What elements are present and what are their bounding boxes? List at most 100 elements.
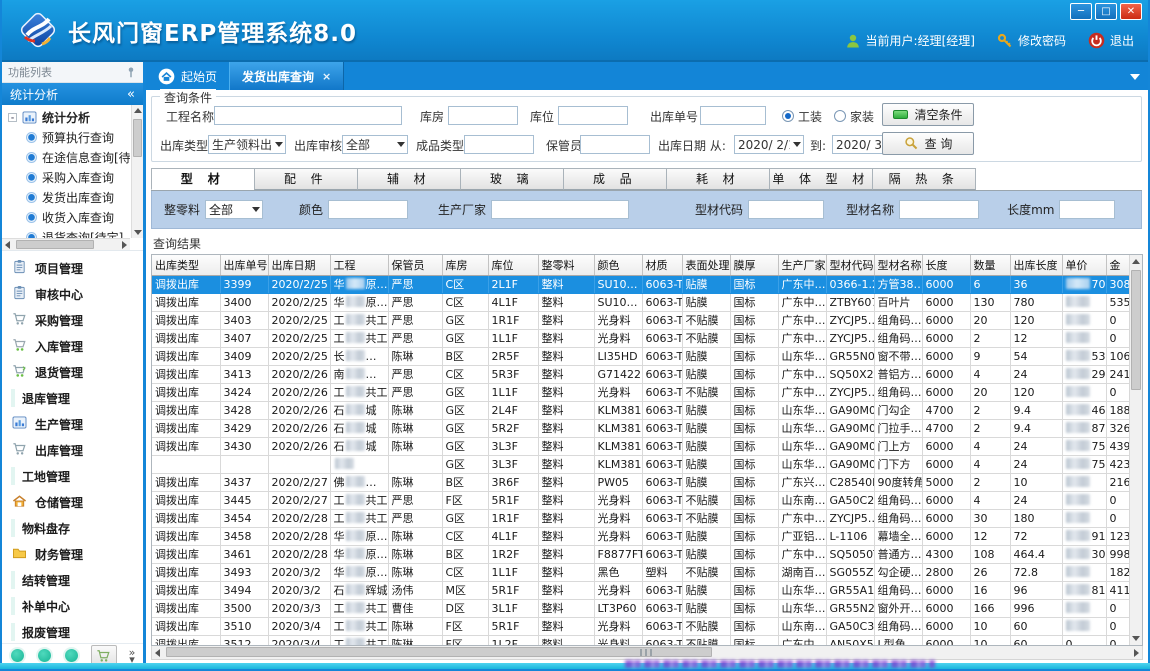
- grid-vertical-scrollbar[interactable]: [1129, 255, 1142, 645]
- date-from-select[interactable]: 2020/ 2/16: [734, 135, 804, 154]
- material-tab-4[interactable]: 玻 璃: [460, 168, 564, 190]
- column-header-surf[interactable]: 表面处理: [682, 255, 730, 275]
- column-header-wh[interactable]: 库房: [442, 255, 488, 275]
- sidebar-item-生产管理[interactable]: 生产管理: [2, 411, 143, 437]
- scroll-right-icon[interactable]: [1134, 649, 1139, 657]
- sidebar-item-财务管理[interactable]: 财务管理: [2, 541, 143, 567]
- sidebar-item-报废管理[interactable]: 报废管理: [2, 619, 143, 643]
- sidebar-item-退库管理[interactable]: 退库管理: [2, 385, 143, 411]
- column-header-proj[interactable]: 工程: [330, 255, 388, 275]
- collapse-panel-icon[interactable]: «: [127, 87, 135, 102]
- length-input[interactable]: [1059, 200, 1115, 219]
- scroll-left-icon[interactable]: [155, 649, 160, 657]
- table-row[interactable]: 调拨出库34242020/2/26工共工程严思G区1L1F整料光身料6063-T…: [152, 383, 1129, 401]
- column-header-len[interactable]: 长度: [922, 255, 970, 275]
- change-password-button[interactable]: 修改密码: [997, 32, 1066, 49]
- table-row[interactable]: 调拨出库34032020/2/25工共工程严思G区1R1F整料光身料6063-T…: [152, 311, 1129, 329]
- scroll-up-icon[interactable]: [134, 108, 142, 113]
- material-tab-6[interactable]: 耗 材: [666, 168, 770, 190]
- column-header-type[interactable]: 出库类型: [152, 255, 220, 275]
- stat-panel-header[interactable]: 统计分析 «: [2, 83, 143, 105]
- sidebar-item-采购管理[interactable]: 采购管理: [2, 307, 143, 333]
- sidebar-item-物料盘存[interactable]: 物料盘存: [2, 515, 143, 541]
- material-tab-7[interactable]: 单 体 型 材: [769, 168, 873, 190]
- module-dot-icon[interactable]: [11, 649, 24, 662]
- tree-item[interactable]: 收货入库查询: [4, 207, 130, 227]
- tab-list-dropdown-icon[interactable]: [1130, 74, 1140, 80]
- profile-name-input[interactable]: [899, 200, 979, 219]
- maximize-button[interactable]: □: [1095, 3, 1117, 20]
- column-header-amount[interactable]: 金: [1106, 255, 1129, 275]
- pin-icon[interactable]: [125, 66, 137, 78]
- material-tab-1[interactable]: 型 材: [151, 168, 255, 190]
- table-row[interactable]: 调拨出库35102020/3/4工共工程陈琳F区5R1F整料光身料6063-T5…: [152, 617, 1129, 635]
- logout-button[interactable]: 退出: [1088, 32, 1134, 49]
- tab-home[interactable]: 起始页: [146, 62, 229, 90]
- tree-item[interactable]: 预算执行查询: [4, 127, 130, 147]
- table-row[interactable]: 调拨出库34932020/3/2华原…陈琳C区1L1F整料黑色塑料不贴膜国标湖南…: [152, 563, 1129, 581]
- profile-code-input[interactable]: [748, 200, 824, 219]
- table-row[interactable]: 调拨出库34372020/2/27佛…陈琳B区3R6F整料PW056063-T5…: [152, 473, 1129, 491]
- tree-item[interactable]: 发货出库查询: [4, 187, 130, 207]
- table-row[interactable]: 调拨出库35002020/3/3工共工程曹佳D区3L1F整料LT3P606063…: [152, 599, 1129, 617]
- table-row[interactable]: 调拨出库34292020/2/26石城陈琳G区5R2F整料KLM38176063…: [152, 419, 1129, 437]
- minimize-button[interactable]: ─: [1070, 3, 1092, 20]
- module-dot-icon[interactable]: [38, 649, 51, 662]
- audit-select[interactable]: 全部: [342, 135, 408, 154]
- table-row[interactable]: 调拨出库34452020/2/27工共工程严思F区5R1F整料光身料6063-T…: [152, 491, 1129, 509]
- product-type-input[interactable]: [464, 135, 534, 154]
- sidebar-item-项目管理[interactable]: 项目管理: [2, 255, 143, 281]
- tree-horizontal-scrollbar[interactable]: [2, 238, 130, 250]
- table-row[interactable]: G区3L3F整料KLM38176063-T5贴膜国标山东华…GA90M09.门下…: [152, 455, 1129, 473]
- column-header-price[interactable]: 单价: [1062, 255, 1106, 275]
- search-button[interactable]: 查 询: [882, 132, 974, 155]
- radio-home[interactable]: 家装: [834, 106, 874, 126]
- sidebar-item-出库管理[interactable]: 出库管理: [2, 437, 143, 463]
- sidebar-item-审核中心[interactable]: 审核中心: [2, 281, 143, 307]
- column-header-code[interactable]: 型材代码: [826, 255, 874, 275]
- scroll-up-icon[interactable]: [1132, 259, 1140, 264]
- tree-expander-icon[interactable]: -: [8, 113, 17, 122]
- sidebar-item-补单中心[interactable]: 补单中心: [2, 593, 143, 619]
- project-name-input[interactable]: [214, 106, 402, 125]
- table-row[interactable]: 调拨出库34582020/2/28华原…陈琳C区4L1F整料光身料6063-T5…: [152, 527, 1129, 545]
- column-header-film[interactable]: 膜厚: [730, 255, 778, 275]
- sidebar-item-退货管理[interactable]: 退货管理: [2, 359, 143, 385]
- module-dot-icon[interactable]: [65, 649, 78, 662]
- table-row[interactable]: 调拨出库34072020/2/25工共工程严思G区1L1F整料光身料6063-T…: [152, 329, 1129, 347]
- sidebar-item-仓储管理[interactable]: 仓储管理: [2, 489, 143, 515]
- material-tab-2[interactable]: 配 件: [254, 168, 358, 190]
- tab-shipment-query[interactable]: 发货出库查询 ×: [229, 62, 344, 90]
- table-row[interactable]: 调拨出库34612020/2/28华原…陈琳B区1R2F整料F8877FT606…: [152, 545, 1129, 563]
- table-row[interactable]: 调拨出库34002020/2/25华原…严思C区4L1F整料SU10…6063-…: [152, 293, 1129, 311]
- scroll-down-icon[interactable]: [134, 230, 142, 235]
- material-tab-8[interactable]: 隔 热 条: [872, 168, 976, 190]
- material-tab-3[interactable]: 辅 材: [357, 168, 461, 190]
- column-header-date[interactable]: 出库日期: [268, 255, 330, 275]
- tree-vertical-scrollbar[interactable]: [131, 105, 143, 238]
- tree-root-stat-analysis[interactable]: -统计分析: [4, 107, 130, 127]
- whole-piece-select[interactable]: 全部: [205, 200, 263, 219]
- scroll-down-icon[interactable]: [1132, 636, 1140, 641]
- warehouse-input[interactable]: [448, 106, 518, 125]
- tree-item[interactable]: 在途信息查询[待: [4, 147, 130, 167]
- column-header-color[interactable]: 颜色: [594, 255, 642, 275]
- scroll-left-icon[interactable]: [5, 241, 10, 249]
- column-header-loc[interactable]: 库位: [488, 255, 538, 275]
- splitter-grip[interactable]: [640, 649, 654, 656]
- order-no-input[interactable]: [700, 106, 766, 125]
- table-row[interactable]: 调拨出库34282020/2/26石城陈琳G区2L4F整料KLM38176063…: [152, 401, 1129, 419]
- column-header-whole[interactable]: 整零料: [538, 255, 594, 275]
- sidebar-item-入库管理[interactable]: 入库管理: [2, 333, 143, 359]
- location-input[interactable]: [558, 106, 628, 125]
- table-row[interactable]: 调拨出库33992020/2/25华原…严思C区2L1F整料SU10…6063-…: [152, 275, 1129, 293]
- column-header-qty[interactable]: 数量: [970, 255, 1010, 275]
- column-header-keeper[interactable]: 保管员: [388, 255, 442, 275]
- outbound-type-select[interactable]: 生产领料出库: [208, 135, 286, 154]
- sidebar-item-结转管理[interactable]: 结转管理: [2, 567, 143, 593]
- column-header-mfr[interactable]: 生产厂家: [778, 255, 826, 275]
- more-modules-button[interactable]: »▾: [129, 649, 136, 663]
- radio-work[interactable]: 工装: [782, 106, 822, 126]
- table-row[interactable]: 调拨出库34542020/2/28工共工程严思G区1R1F整料光身料6063-T…: [152, 509, 1129, 527]
- table-row[interactable]: 调拨出库34092020/2/25长…陈琳B区2R5F整料LI35HD6063-…: [152, 347, 1129, 365]
